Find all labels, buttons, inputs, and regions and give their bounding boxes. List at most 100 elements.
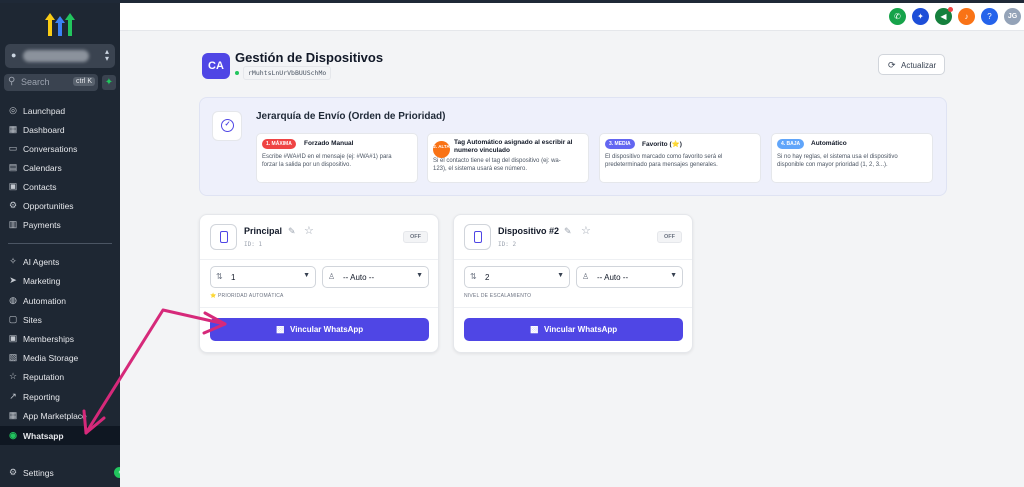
media-icon: ▧	[8, 352, 18, 362]
sidebar-item-marketing[interactable]: ➤ Marketing	[0, 271, 120, 290]
dashboard-icon: ▦	[8, 124, 18, 134]
sidebar-item-reporting[interactable]: ↗ Reporting	[0, 387, 120, 406]
sidebar-item-contacts[interactable]: ▣ Contacts	[0, 177, 120, 196]
user-icon: ♙	[582, 272, 590, 281]
sidebar-item-label: Automation	[23, 296, 66, 306]
calendar-icon: ▤	[8, 162, 18, 172]
account-switcher[interactable]: ● ▴ ▾	[5, 44, 115, 68]
sidebar-item-label: Memberships	[23, 334, 75, 344]
mode-select[interactable]: ♙ -- Auto -- ▼	[576, 266, 683, 288]
sidebar-item-label: Opportunities	[23, 201, 74, 211]
link-whatsapp-button[interactable]: ▩ Vincular WhatsApp	[210, 318, 429, 341]
sidebar-item-ai-agents[interactable]: ✧ AI Agents	[0, 252, 120, 271]
priority-select[interactable]: ⇅ 2 ▼	[464, 266, 570, 288]
priority-level-card: 1. MÁXIMA Forzado Manual Escribe #WA#ID …	[256, 133, 418, 183]
sidebar-item-media-storage[interactable]: ▧ Media Storage	[0, 348, 120, 367]
priority-description: predeterminado para mensajes generales.	[605, 162, 718, 168]
sidebar-item-memberships[interactable]: ▣ Memberships	[0, 329, 120, 348]
sidebar-item-label: Settings	[23, 468, 54, 478]
help-button[interactable]: ?	[981, 8, 998, 25]
sidebar-item-label: Calendars	[23, 163, 62, 173]
sparkle-icon: ✧	[9, 256, 17, 266]
sidebar-item-launchpad[interactable]: ◎ Launchpad	[0, 101, 120, 120]
sidebar-item-label: Sites	[23, 315, 42, 325]
sidebar-item-sites[interactable]: ▢ Sites	[0, 310, 120, 329]
sidebar-item-label: Contacts	[23, 182, 57, 192]
link-whatsapp-button[interactable]: ▩ Vincular WhatsApp	[464, 318, 683, 341]
chat-icon: ▭	[8, 143, 18, 153]
sidebar-item-label: Marketing	[23, 276, 61, 286]
chart-icon: ↗	[9, 391, 17, 401]
sidebar-item-label: Reputation	[23, 372, 65, 382]
favorite-star-icon[interactable]: ☆	[304, 224, 314, 237]
refresh-button[interactable]: ⟳ Actualizar	[878, 54, 945, 75]
phone-device-icon	[474, 231, 482, 243]
sidebar-item-reputation[interactable]: ☆ Reputation	[0, 367, 120, 386]
bell-icon: ♪	[964, 12, 969, 21]
sidebar-item-payments[interactable]: ▥ Payments	[0, 215, 120, 234]
location-avatar: CA	[202, 53, 230, 79]
sidebar-item-label: Payments	[23, 220, 61, 230]
ai-sparkle-button[interactable]: ✦	[912, 8, 929, 25]
notifications-button[interactable]: ♪	[958, 8, 975, 25]
location-pin-icon: ●	[11, 50, 17, 60]
priority-title: Forzado Manual	[304, 140, 354, 147]
mode-value: -- Auto --	[343, 273, 375, 282]
sidebar-item-label: Whatsapp	[23, 431, 64, 441]
device-card: Dispositivo #2 ✎ ☆ ID: 2 OFF ⇅ 2 ▼ ♙ -- …	[453, 214, 693, 353]
device-status-toggle[interactable]: OFF	[403, 231, 428, 243]
search-shortcut: ctrl K	[73, 77, 95, 86]
edit-pencil-icon[interactable]: ✎	[564, 226, 572, 237]
phone-device-icon	[220, 231, 228, 243]
search-input[interactable]: ⚲ Search ctrl K	[4, 74, 98, 91]
device-status-toggle[interactable]: OFF	[657, 231, 682, 243]
user-avatar-button[interactable]: JG	[1004, 8, 1021, 25]
mode-select[interactable]: ♙ -- Auto -- ▼	[322, 266, 429, 288]
launchpad-icon: ◎	[9, 105, 17, 115]
escalation-hint: NIVEL DE ESCALAMIENTO	[464, 293, 532, 299]
search-label: Search	[21, 77, 50, 87]
chevron-down-icon: ▼	[303, 272, 310, 279]
priority-badge: 1. MÁXIMA	[262, 139, 296, 149]
card-divider	[200, 259, 438, 260]
mode-value: -- Auto --	[597, 273, 629, 282]
card-divider	[454, 259, 692, 260]
page-title: Gestión de Dispositivos	[235, 50, 384, 65]
priority-level-card: 2. ALTA Tag Automático asignado al escri…	[427, 133, 589, 183]
user-icon: ♙	[328, 272, 336, 281]
phone-button[interactable]: ✆	[889, 8, 906, 25]
main-content: CA Gestión de Dispositivos rMuhtsLnUrVbB…	[120, 31, 1024, 487]
refresh-icon: ⟳	[888, 60, 896, 70]
quick-action-button[interactable]: ✦	[102, 75, 116, 90]
sidebar-item-settings[interactable]: ⚙ Settings	[0, 463, 120, 482]
payments-icon: ▥	[8, 219, 18, 229]
link-whatsapp-label: Vincular WhatsApp	[290, 325, 364, 334]
sidebar-item-calendars[interactable]: ▤ Calendars	[0, 158, 120, 177]
sidebar-item-dashboard[interactable]: ▦ Dashboard	[0, 120, 120, 139]
grid-icon: ▦	[8, 410, 18, 420]
hierarchy-icon-box: ✓	[212, 111, 242, 141]
favorite-star-icon[interactable]: ☆	[581, 224, 591, 237]
contacts-icon: ▣	[8, 181, 18, 191]
sidebar-item-automation[interactable]: ◍ Automation	[0, 291, 120, 310]
sidebar-divider	[8, 243, 112, 244]
chevron-down-icon: ▼	[416, 272, 423, 279]
sidebar-item-app-marketplace[interactable]: ▦ App Marketplace	[0, 406, 120, 425]
chevron-updown-icon: ▴ ▾	[104, 47, 109, 63]
device-id: ID: 1	[244, 241, 263, 248]
sidebar-item-label: Launchpad	[23, 106, 66, 116]
sidebar-item-label: Conversations	[23, 144, 78, 154]
sort-icon: ⇅	[470, 272, 477, 281]
sidebar-item-whatsapp[interactable]: ◉ Whatsapp	[0, 426, 120, 445]
priority-hint: ⭐ PRIORIDAD AUTOMÁTICA	[210, 293, 284, 299]
announcements-button[interactable]: ◀	[935, 7, 953, 25]
edit-pencil-icon[interactable]: ✎	[288, 226, 296, 237]
sidebar-item-conversations[interactable]: ▭ Conversations	[0, 139, 120, 158]
check-circle-icon: ✓	[221, 119, 234, 132]
device-icon-box	[464, 224, 491, 250]
priority-select[interactable]: ⇅ 1 ▼	[210, 266, 316, 288]
sidebar-item-opportunities[interactable]: ⚙ Opportunities	[0, 196, 120, 215]
account-name-redacted	[23, 50, 89, 62]
priority-level-card: 3. MEDIA Favorito (⭐) El dispositivo mar…	[599, 133, 761, 183]
sparkle-icon: ✦	[917, 12, 924, 21]
